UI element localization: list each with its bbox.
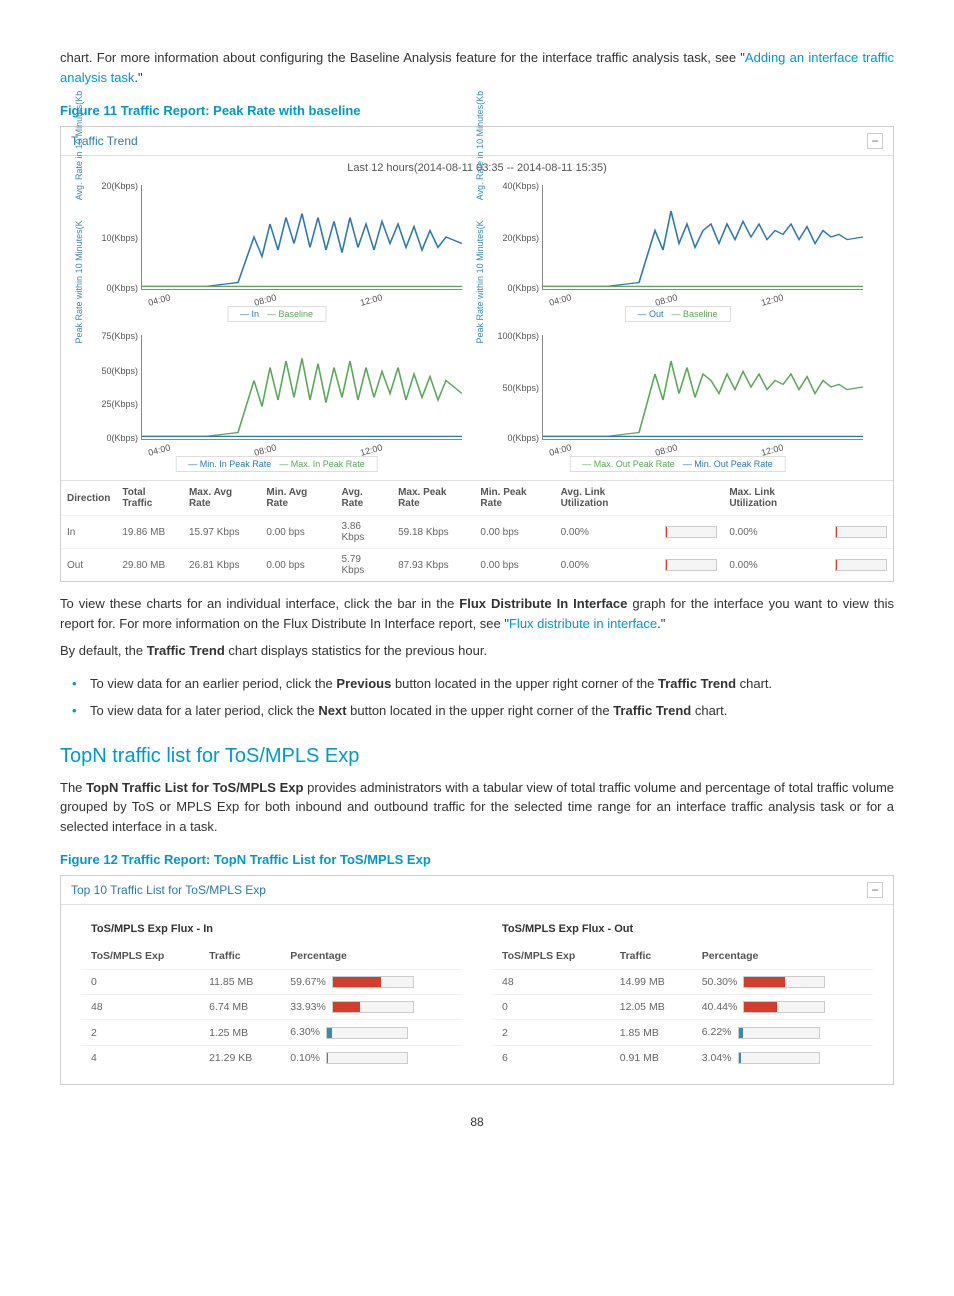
- flux-paragraph: To view these charts for an individual i…: [60, 594, 894, 633]
- topn-description: The TopN Traffic List for ToS/MPLS Exp p…: [60, 778, 894, 837]
- link-flux-distribute[interactable]: Flux distribute in interface: [509, 616, 657, 631]
- in-flux-table: ToS/MPLS ExpTrafficPercentage011.85 MB59…: [81, 943, 462, 1070]
- chart-in-avg: Avg. Rate in 10 Minutes(Kb 20(Kbps) 10(K…: [81, 180, 472, 320]
- chart-out-peak: Peak Rate within 10 Minutes(K 100(Kbps) …: [482, 330, 873, 470]
- list-item-previous: To view data for an earlier period, clic…: [90, 674, 894, 694]
- collapse-icon[interactable]: −: [867, 133, 883, 149]
- chart-in-peak: Peak Rate within 10 Minutes(K 75(Kbps) 5…: [81, 330, 472, 470]
- topn-panel: Top 10 Traffic List for ToS/MPLS Exp − T…: [60, 875, 894, 1085]
- traffic-trend-panel: Traffic Trend − Last 12 hours(2014-08-11…: [60, 126, 894, 582]
- out-flux-title: ToS/MPLS Exp Flux - Out: [492, 915, 873, 943]
- intro-paragraph: chart. For more information about config…: [60, 48, 894, 87]
- topn-panel-header: Top 10 Traffic List for ToS/MPLS Exp: [71, 883, 266, 897]
- out-flux-table: ToS/MPLS ExpTrafficPercentage4814.99 MB5…: [492, 943, 873, 1070]
- page-number: 88: [60, 1115, 894, 1129]
- traffic-stats-table: DirectionTotal TrafficMax. Avg RateMin. …: [61, 480, 893, 581]
- default-paragraph: By default, the Traffic Trend chart disp…: [60, 641, 894, 661]
- list-item-next: To view data for a later period, click t…: [90, 701, 894, 721]
- topn-heading: TopN traffic list for ToS/MPLS Exp: [60, 745, 894, 768]
- collapse-icon[interactable]: −: [867, 882, 883, 898]
- chart-out-avg: Avg. Rate in 10 Minutes(Kb 40(Kbps) 20(K…: [482, 180, 873, 320]
- figure-12-title: Figure 12 Traffic Report: TopN Traffic L…: [60, 852, 894, 867]
- in-flux-title: ToS/MPLS Exp Flux - In: [81, 915, 462, 943]
